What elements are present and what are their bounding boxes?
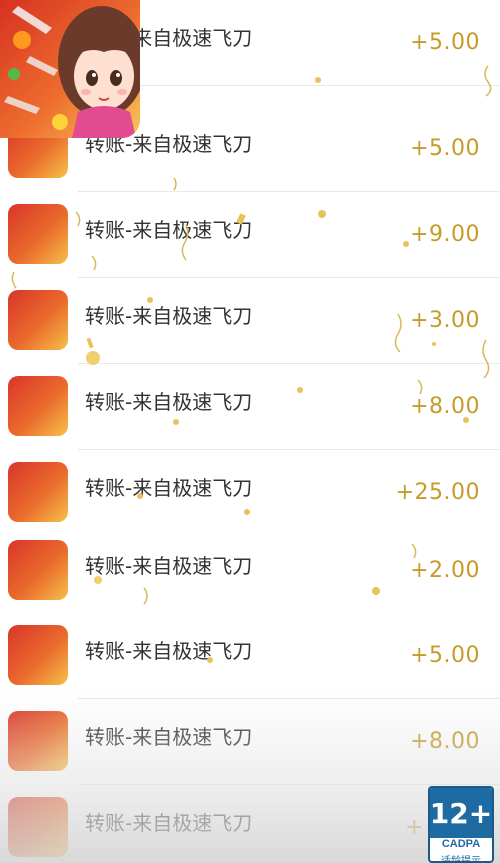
transaction-row[interactable]: 转账-来自极速飞刀 +2.00 bbox=[0, 528, 500, 614]
transaction-title: 转账-来自极速飞刀 bbox=[85, 639, 253, 663]
age-rating-top: 12+ bbox=[430, 788, 492, 838]
transaction-amount: +25.00 bbox=[395, 480, 480, 505]
transaction-amount: + bbox=[405, 815, 424, 840]
transaction-amount: +9.00 bbox=[410, 222, 480, 247]
transaction-title: 转账-来自极速飞刀 bbox=[85, 390, 253, 414]
age-rating-badge: 12+ CADPA 适龄提示 bbox=[428, 786, 494, 863]
game-character-icon bbox=[8, 625, 68, 685]
game-character-art bbox=[4, 6, 140, 138]
game-character-icon bbox=[0, 0, 140, 138]
transaction-row[interactable]: 转账-来自极速飞刀 + bbox=[0, 785, 500, 863]
transaction-amount: +2.00 bbox=[410, 558, 480, 583]
age-rating-number: 12+ bbox=[429, 796, 493, 830]
row-divider bbox=[78, 85, 500, 86]
age-rating-org: CADPA bbox=[441, 838, 481, 850]
transaction-page: 转账-来自极速飞刀 +5.00 转账-来自极速飞刀 +5.00 转账-来自极速飞… bbox=[0, 0, 500, 863]
transaction-title: 转账-来自极速飞刀 bbox=[85, 554, 253, 578]
transaction-row[interactable]: 转账-来自极速飞刀 +8.00 bbox=[0, 364, 500, 450]
transaction-title: 转账-来自极速飞刀 bbox=[85, 476, 253, 500]
transaction-amount: +5.00 bbox=[410, 643, 480, 668]
transaction-amount: +3.00 bbox=[410, 308, 480, 333]
transaction-row[interactable]: 转账-来自极速飞刀 +9.00 bbox=[0, 192, 500, 278]
transaction-row[interactable]: 转账-来自极速飞刀 +25.00 bbox=[0, 450, 500, 536]
transaction-amount: +5.00 bbox=[410, 30, 480, 55]
transaction-row[interactable]: 转账-来自极速飞刀 +8.00 bbox=[0, 699, 500, 785]
transaction-amount: +8.00 bbox=[410, 729, 480, 754]
transaction-title: 转账-来自极速飞刀 bbox=[85, 725, 253, 749]
transaction-amount: +8.00 bbox=[410, 394, 480, 419]
age-rating-tip: 适龄提示 bbox=[441, 856, 481, 863]
transaction-title: 转账-来自极速飞刀 bbox=[85, 304, 253, 328]
transaction-row[interactable]: 转账-来自极速飞刀 +5.00 bbox=[0, 613, 500, 699]
transaction-row[interactable]: 转账-来自极速飞刀 +3.00 bbox=[0, 278, 500, 364]
game-character-icon bbox=[8, 540, 68, 600]
transaction-amount: +5.00 bbox=[410, 136, 480, 161]
game-character-icon bbox=[8, 290, 68, 350]
game-character-icon bbox=[8, 376, 68, 436]
game-character-icon bbox=[8, 797, 68, 857]
game-character-icon bbox=[8, 462, 68, 522]
transaction-title: 转账-来自极速飞刀 bbox=[85, 811, 253, 835]
game-character-icon bbox=[8, 711, 68, 771]
transaction-title: 转账-来自极速飞刀 bbox=[85, 218, 253, 242]
game-character-icon bbox=[8, 204, 68, 264]
